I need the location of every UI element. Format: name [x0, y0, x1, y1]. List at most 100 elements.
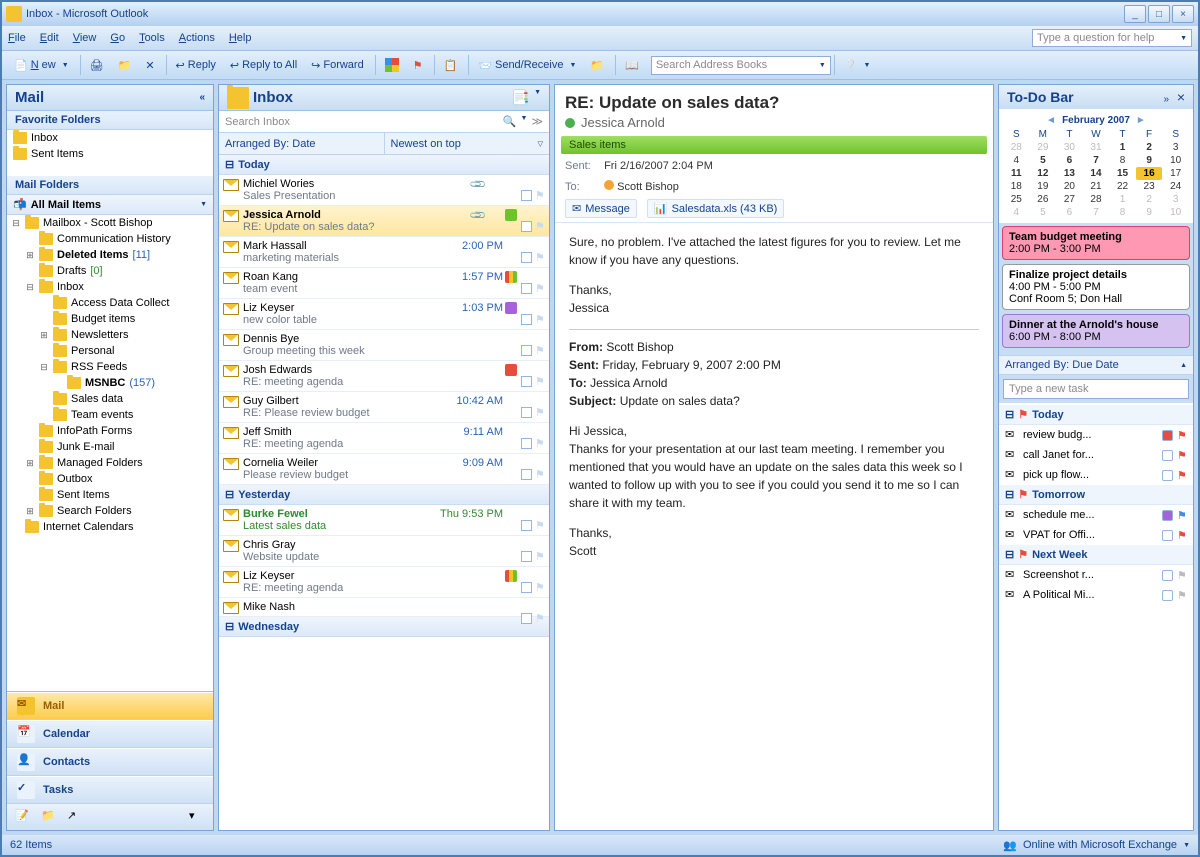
message-item[interactable]: Roan Kangteam event1:57 PM⚑ [219, 268, 549, 299]
message-item[interactable]: Chris GrayWebsite update⚑ [219, 536, 549, 567]
task-item[interactable]: ✉review budg...⚑ [999, 425, 1193, 445]
folder-internet-calendars[interactable]: Internet Calendars [7, 519, 213, 535]
message-group[interactable]: ⊟ Yesterday [219, 485, 549, 505]
nav-calendar-button[interactable]: 📅Calendar [7, 720, 213, 748]
folder-rss-feeds[interactable]: ⊟RSS Feeds [7, 359, 213, 375]
task-group[interactable]: ⊟ ⚑ Tomorrow [999, 485, 1193, 505]
menu-view[interactable]: View [73, 32, 97, 44]
search-expand-icon[interactable]: ≫ [531, 115, 543, 128]
task-item[interactable]: ✉Screenshot r...⚑ [999, 565, 1193, 585]
calendar-day[interactable]: 22 [1109, 180, 1136, 193]
attachment-item[interactable]: 📊 Salesdata.xls (43 KB) [647, 199, 784, 218]
message-group[interactable]: ⊟ Today [219, 155, 549, 175]
calendar-day[interactable]: 9 [1136, 206, 1163, 219]
message-item[interactable]: Dennis ByeGroup meeting this week⚑ [219, 330, 549, 361]
calendar-day[interactable]: 9 [1136, 154, 1163, 167]
configure-buttons-icon[interactable]: ▾ [189, 809, 205, 825]
folder-newsletters[interactable]: ⊞Newsletters [7, 327, 213, 343]
calendar-day[interactable]: 4 [1003, 206, 1030, 219]
reply-all-button[interactable]: ↩Reply to All [224, 54, 303, 76]
tasks-arranged-by[interactable]: Arranged By: Due Date▲ [999, 355, 1193, 375]
print-button[interactable]: 🖨 [84, 54, 110, 76]
folder-inbox[interactable]: ⊟Inbox [7, 279, 213, 295]
calendar-day[interactable]: 2 [1136, 193, 1163, 206]
message-item[interactable]: Liz Keysernew color table1:03 PM⚑ [219, 299, 549, 330]
folder-sent-items[interactable]: Sent Items [7, 487, 213, 503]
move-button[interactable]: 📁 [112, 54, 138, 76]
calendar-day[interactable]: 26 [1030, 193, 1057, 206]
message-item[interactable]: Cornelia WeilerPlease review budget9:09 … [219, 454, 549, 485]
calendar-day[interactable]: 4 [1003, 154, 1030, 167]
folder-mailbox-scott-bishop[interactable]: ⊟Mailbox - Scott Bishop [7, 215, 213, 231]
task-item[interactable]: ✉schedule me...⚑ [999, 505, 1193, 525]
calendar-day[interactable]: 1 [1109, 141, 1136, 154]
folder-personal[interactable]: Personal [7, 343, 213, 359]
folder-msnbc[interactable]: MSNBC (157) [7, 375, 213, 391]
task-item[interactable]: ✉A Political Mi...⚑ [999, 585, 1193, 605]
forward-button[interactable]: ↪Forward [305, 54, 370, 76]
help-icon[interactable]: ❔▼ [838, 54, 877, 76]
calendar-day[interactable]: 31 [1083, 141, 1110, 154]
calendar-day[interactable]: 6 [1056, 206, 1083, 219]
close-button[interactable]: × [1172, 5, 1194, 23]
help-search-input[interactable]: Type a question for help▼ [1032, 29, 1192, 47]
message-item[interactable]: Mark Hassallmarketing materials2:00 PM⚑ [219, 237, 549, 268]
folder-budget-items[interactable]: Budget items [7, 311, 213, 327]
message-group[interactable]: ⊟ Wednesday [219, 617, 549, 637]
all-mail-items[interactable]: 📬 All Mail Items▼ [7, 195, 213, 215]
minimize-button[interactable]: _ [1124, 5, 1146, 23]
status-dropdown-icon[interactable]: ▼ [1183, 842, 1190, 849]
task-group[interactable]: ⊟ ⚑ Next Week [999, 545, 1193, 565]
calendar-day[interactable]: 23 [1136, 180, 1163, 193]
message-item[interactable]: Josh EdwardsRE: meeting agenda⚑ [219, 361, 549, 392]
message-item[interactable]: Guy GilbertRE: Please review budget10:42… [219, 392, 549, 423]
calendar-day[interactable]: 27 [1056, 193, 1083, 206]
message-item[interactable]: Mike Nash⚑ [219, 598, 549, 617]
calendar-day[interactable]: 14 [1083, 167, 1110, 180]
calendar-day[interactable]: 3 [1162, 141, 1189, 154]
inbox-dropdown-icon[interactable]: ▼ [534, 89, 541, 107]
calendar-day[interactable]: 15 [1109, 167, 1136, 180]
maximize-button[interactable]: □ [1148, 5, 1170, 23]
folder-infopath-forms[interactable]: InfoPath Forms [7, 423, 213, 439]
folder-junk-e-mail[interactable]: Junk E-mail [7, 439, 213, 455]
nav-mail-button[interactable]: ✉Mail [7, 692, 213, 720]
appointment-item[interactable]: Team budget meeting2:00 PM - 3:00 PM [1002, 226, 1190, 260]
folder-outbox[interactable]: Outbox [7, 471, 213, 487]
search-inbox-input[interactable]: Search Inbox 🔍▼≫ [219, 111, 549, 133]
calendar-day[interactable]: 7 [1083, 206, 1110, 219]
nav-tasks-button[interactable]: ✓Tasks [7, 776, 213, 804]
calendar-day[interactable]: 17 [1162, 167, 1189, 180]
categorize-icon[interactable] [379, 54, 405, 76]
favorite-sent-items[interactable]: Sent Items [7, 146, 213, 162]
calendar-day[interactable]: 5 [1030, 206, 1057, 219]
new-button[interactable]: 📄New▼ [8, 54, 75, 76]
menu-edit[interactable]: Edit [40, 32, 59, 44]
folder-access-data-collect[interactable]: Access Data Collect [7, 295, 213, 311]
calendar-day[interactable]: 20 [1056, 180, 1083, 193]
todo-close-icon[interactable]: × [1177, 89, 1185, 105]
new-task-input[interactable]: Type a new task [1003, 379, 1189, 399]
calendar-day[interactable]: 16 [1136, 167, 1163, 180]
folder-team-events[interactable]: Team events [7, 407, 213, 423]
folder-sales-data[interactable]: Sales data [7, 391, 213, 407]
calendar-day[interactable]: 3 [1162, 193, 1189, 206]
favorite-inbox[interactable]: Inbox [7, 130, 213, 146]
calendar-day[interactable]: 28 [1003, 141, 1030, 154]
addressbook-icon[interactable]: 📖 [619, 54, 645, 76]
next-month-icon[interactable]: ► [1136, 115, 1146, 126]
followup-icon[interactable]: ⚑ [407, 54, 429, 76]
calendar-day[interactable]: 10 [1162, 154, 1189, 167]
nav-collapse-icon[interactable]: « [199, 92, 205, 103]
calendar-day[interactable]: 18 [1003, 180, 1030, 193]
todo-collapse-icon[interactable]: » [1163, 94, 1169, 105]
calendar-day[interactable]: 2 [1136, 141, 1163, 154]
send-receive-button[interactable]: 📨Send/Receive▼ [472, 54, 582, 76]
calendar-day[interactable]: 19 [1030, 180, 1057, 193]
find-contact-icon[interactable]: 📁 [584, 54, 610, 76]
message-category[interactable]: Sales items [561, 136, 987, 154]
calendar-day[interactable]: 6 [1056, 154, 1083, 167]
folder-search-folders[interactable]: ⊞Search Folders [7, 503, 213, 519]
addressbook-search-input[interactable]: Search Address Books▼ [651, 56, 831, 75]
menu-go[interactable]: Go [110, 32, 125, 44]
